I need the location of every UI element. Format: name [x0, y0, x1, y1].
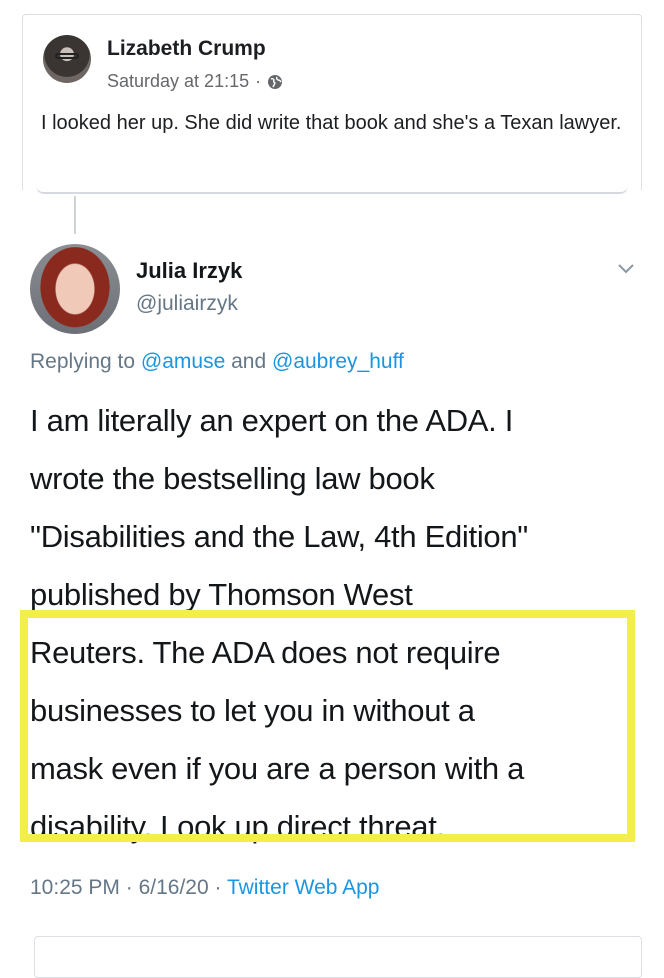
- globe-icon: [268, 74, 283, 89]
- tweet-author-name[interactable]: Julia Irzyk: [136, 258, 242, 284]
- tweet-footer: 10:25 PM · 6/16/20 · Twitter Web App: [30, 876, 380, 900]
- comment-card: Lizabeth Crump Saturday at 21:15 · I loo…: [22, 14, 642, 190]
- card-shadow: [36, 186, 628, 194]
- tweet-line: wrote the bestselling law book: [30, 461, 435, 496]
- footer-dot: ·: [214, 876, 222, 899]
- thread-line: [74, 196, 76, 234]
- avatar[interactable]: [30, 244, 120, 334]
- reply-and: and: [231, 350, 267, 373]
- chevron-down-icon[interactable]: [616, 262, 636, 276]
- mention-link[interactable]: @amuse: [141, 350, 225, 373]
- reply-context: Replying to @amuse and @aubrey_huff: [30, 350, 404, 374]
- tweet-date[interactable]: 6/16/20: [139, 876, 209, 899]
- footer-dot: ·: [125, 876, 133, 899]
- comment-time[interactable]: Saturday at 21:15: [107, 71, 249, 92]
- tweet-line: I am literally an expert on the ADA. I: [30, 403, 514, 438]
- tweet-time[interactable]: 10:25 PM: [30, 876, 120, 899]
- comment-meta: Saturday at 21:15 ·: [107, 71, 283, 92]
- highlight-box: [20, 610, 635, 842]
- mention-link[interactable]: @aubrey_huff: [272, 350, 404, 373]
- reply-prefix: Replying to: [30, 350, 136, 373]
- tweet-line: "Disabilities and the Law, 4th Edition": [30, 519, 528, 554]
- meta-separator: ·: [255, 71, 262, 91]
- avatar[interactable]: [43, 35, 91, 83]
- next-card: [34, 936, 642, 978]
- tweet-source-link[interactable]: Twitter Web App: [227, 876, 380, 899]
- comment-text: I looked her up. She did write that book…: [41, 112, 622, 134]
- comment-author[interactable]: Lizabeth Crump: [107, 37, 266, 61]
- tweet-author-handle[interactable]: @juliairzyk: [136, 292, 238, 316]
